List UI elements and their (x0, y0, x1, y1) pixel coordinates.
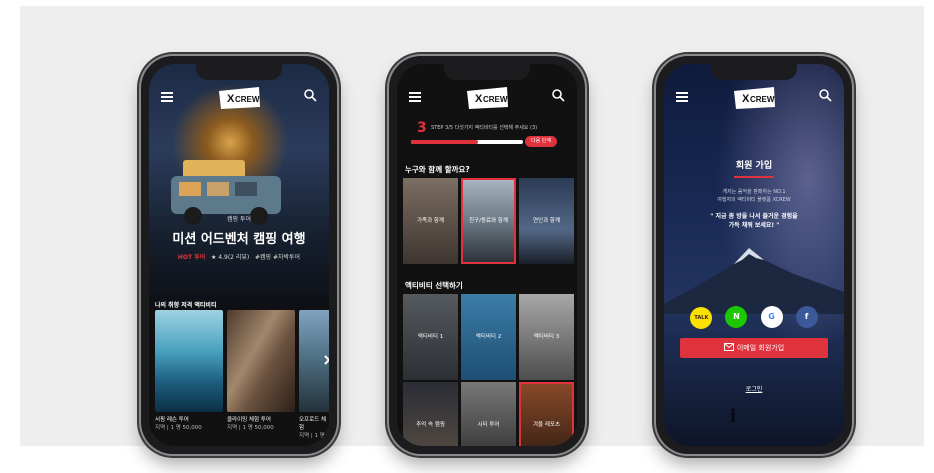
activity-label-1: 액티비티 1 (417, 333, 444, 340)
chevron-right-icon[interactable] (321, 354, 329, 366)
next-step-button[interactable]: 다음 단계 (525, 136, 557, 147)
logo-word: CREW (483, 95, 508, 104)
hashtags: #캠핑 #차박투어 (255, 254, 301, 261)
activity-label-2: 액티비티 2 (475, 333, 502, 340)
card-sub-2: 지역 | 1 명 (227, 425, 255, 431)
signup-title: 회원 가입 (735, 161, 773, 171)
surf-card[interactable] (155, 310, 223, 412)
mockup-background: 캠핑 투어 미션 어드벤처 캠핑 여행 HOT 투어 ★ 4.9(2 리뷰) #… (20, 6, 924, 454)
quote-line-2: 가득 채워 보세요! " (728, 222, 780, 229)
activity-tile-1[interactable]: 액티비티 1 (403, 294, 458, 380)
preference-screen: X CREW 3 STEP 3/5 다섯가지 액티비티를 선택해 주세요 (3)… (397, 64, 577, 446)
logo-x: X (742, 93, 750, 105)
kakao-login-button[interactable]: TALK (690, 307, 713, 329)
mountain-silhouette (664, 248, 844, 314)
card-price-2: 50,000 (254, 425, 274, 431)
person-silhouette (731, 408, 735, 422)
activity-tile-4[interactable]: 추억 속 캠핑 (403, 382, 458, 446)
hamburger-icon[interactable] (676, 92, 688, 102)
section-title: 나의 취향 저격 액티비티 (155, 302, 217, 309)
hamburger-icon[interactable] (409, 92, 421, 102)
offroad-card[interactable] (299, 310, 329, 412)
google-login-button[interactable]: G (760, 306, 783, 328)
quote-line-1: " 지금 좀 방을 나서 즐거운 경험을 (710, 213, 798, 220)
activity-tile-2[interactable]: 액티비티 2 (461, 294, 516, 380)
companion-question: 누구와 함께 할까요? (405, 165, 470, 174)
app-header: X CREW (397, 80, 577, 116)
activity-tile-5[interactable]: 시티 투어 (461, 382, 516, 446)
companion-family-label: 가족과 함께 (416, 217, 445, 224)
facebook-login-button[interactable]: f (795, 306, 818, 328)
companion-friends-label: 친구/동료와 함께 (468, 217, 509, 224)
activity-tile-6[interactable]: 겨울 레포츠 (519, 382, 574, 446)
xcrew-logo[interactable]: X CREW (728, 85, 780, 111)
activity-tile-3[interactable]: 액티비티 3 (519, 294, 574, 380)
companion-partner-label: 연인과 함께 (532, 217, 561, 224)
signup-quote: " 지금 좀 방을 나서 즐거운 경험을 가득 채워 보세요! " (664, 212, 844, 230)
search-icon[interactable] (551, 88, 565, 102)
card-title-1: 서핑 레슨 투어 (155, 417, 189, 423)
desc-line-1: 게저는 음악을 판매하는 NO.1 (722, 189, 786, 195)
card-caption-3: 오프로드 체험 지역 | 1 명 (299, 416, 329, 440)
social-login-group: TALK N G f (664, 304, 844, 329)
step-number: 3 (417, 120, 427, 136)
card-sub-1: 지역 | 1 명 (155, 425, 183, 431)
logo-word: CREW (750, 95, 775, 104)
search-icon[interactable] (303, 88, 317, 102)
activity-label-5: 시티 투어 (477, 421, 500, 428)
xcrew-logo[interactable]: X CREW (461, 85, 513, 111)
title-underline (734, 176, 774, 178)
card-price-1: 50,000 (182, 425, 202, 431)
card-caption-1: 서핑 레슨 투어 지역 | 1 명 50,000 (155, 416, 223, 432)
activity-question: 액티비티 선택하기 (405, 281, 463, 290)
phone-home: 캠핑 투어 미션 어드벤처 캠핑 여행 HOT 투어 ★ 4.9(2 리뷰) #… (141, 56, 337, 454)
notch (444, 64, 530, 80)
climbing-card[interactable] (227, 310, 295, 412)
companion-partner[interactable]: 연인과 함께 (519, 178, 574, 264)
card-title-2: 클라이밍 체험 투어 (227, 417, 271, 423)
login-link[interactable]: 로그인 (664, 384, 844, 393)
signup-screen: X CREW 회원 가입 게저는 음악을 판매하는 NO.1 여행자의 액티비티… (664, 64, 844, 446)
rating: ★ 4.9(2 리뷰) (210, 254, 250, 261)
notch (711, 64, 797, 80)
activity-label-3: 액티비티 3 (533, 333, 560, 340)
desc-line-2: 여행자의 액티비티 플랫폼 XCREW (717, 197, 791, 203)
home-screen: 캠핑 투어 미션 어드벤처 캠핑 여행 HOT 투어 ★ 4.9(2 리뷰) #… (149, 64, 329, 446)
logo-x: X (227, 93, 235, 105)
naver-login-button[interactable]: N (725, 306, 748, 328)
hero-tag: 캠핑 투어 (227, 216, 251, 223)
email-signup-button[interactable]: 이메일 회원가입 (680, 338, 828, 358)
signup-description: 게저는 음악을 판매하는 NO.1 여행자의 액티비티 플랫폼 XCREW (664, 188, 844, 204)
hero-title[interactable]: 미션 어드벤처 캠핑 여행 (149, 228, 329, 247)
hamburger-icon[interactable] (161, 92, 173, 102)
search-icon[interactable] (818, 88, 832, 102)
hero-meta: HOT 투어 ★ 4.9(2 리뷰) #캠핑 #차박투어 (149, 252, 329, 261)
logo-word: CREW (235, 95, 260, 104)
app-header: X CREW (664, 80, 844, 116)
email-signup-label: 이메일 회원가입 (736, 344, 785, 352)
logo-x: X (475, 93, 483, 105)
activity-label-6: 겨울 레포츠 (532, 421, 561, 428)
activity-label-4: 추억 속 캠핑 (416, 421, 445, 428)
xcrew-logo[interactable]: X CREW (213, 85, 265, 111)
card-sub-3: 지역 | 1 명 (299, 433, 325, 439)
hot-badge: HOT 투어 (177, 254, 206, 261)
activity-carousel[interactable] (155, 310, 329, 414)
card-title-3: 오프로드 체험 (299, 417, 327, 431)
step-progress: 3 STEP 3/5 다섯가지 액티비티를 선택해 주세요 (3) 다음 단계 (397, 116, 577, 156)
card-caption-2: 클라이밍 체험 투어 지역 | 1 명 50,000 (227, 416, 295, 432)
mail-icon (723, 343, 734, 351)
companion-grid: 가족과 함께 친구/동료와 함께 연인과 함께 (403, 178, 574, 268)
app-header: X CREW (149, 80, 329, 116)
step-description: STEP 3/5 다섯가지 액티비티를 선택해 주세요 (3) (431, 125, 538, 131)
phone-signup: X CREW 회원 가입 게저는 음악을 판매하는 NO.1 여행자의 액티비티… (656, 56, 852, 454)
phone-preference: X CREW 3 STEP 3/5 다섯가지 액티비티를 선택해 주세요 (3)… (389, 56, 585, 454)
companion-family[interactable]: 가족과 함께 (403, 178, 458, 264)
notch (196, 64, 282, 80)
activity-grid: 액티비티 1 액티비티 2 액티비티 3 추억 속 캠핑 시티 투어 겨울 레포… (403, 294, 574, 446)
progress-fill (411, 140, 479, 144)
companion-friends[interactable]: 친구/동료와 함께 (461, 178, 516, 264)
progress-bar (411, 140, 523, 144)
